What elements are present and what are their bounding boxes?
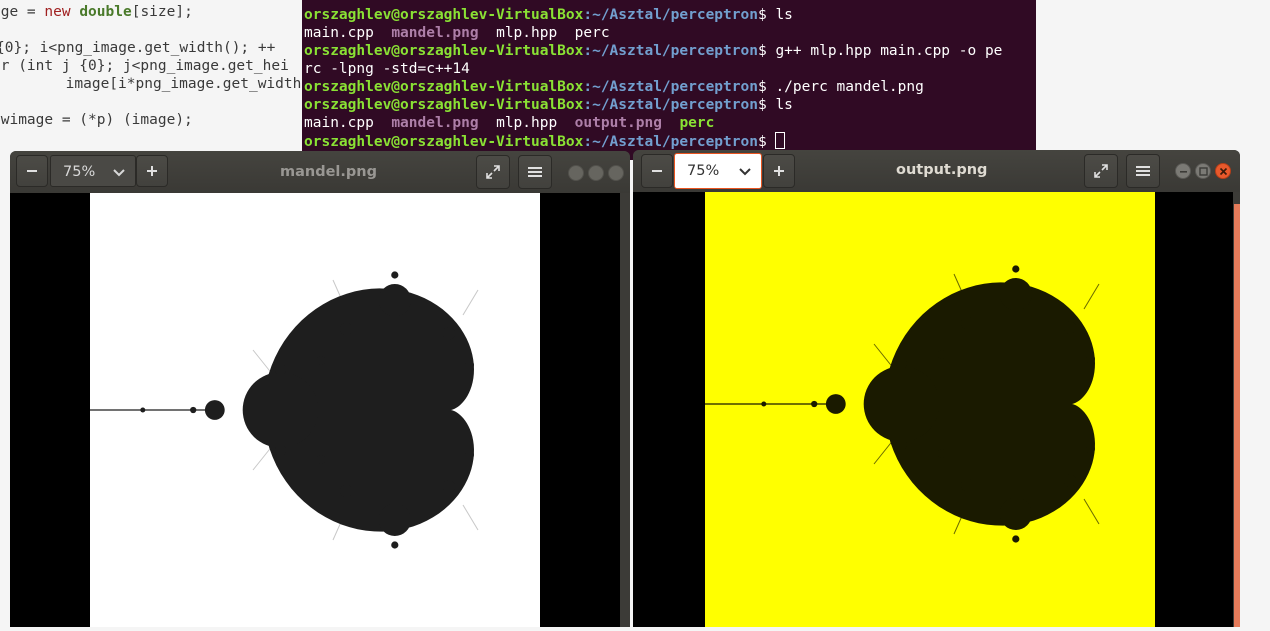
maximize-button[interactable] (588, 165, 604, 181)
file-entry: mandel.png (391, 25, 479, 41)
terminal-prompt-line: orszaghlev@orszaghlev-VirtualBox:~/Aszta… (304, 132, 786, 151)
terminal-ls-output: main.cpp mandel.png mlp.hpp perc (304, 24, 610, 42)
chevron-down-icon (113, 169, 125, 177)
zoom-out-button[interactable] (641, 154, 673, 188)
terminal-window[interactable]: orszaghlev@orszaghlev-VirtualBox:~/Aszta… (302, 0, 1036, 160)
code-line-2: {0}; i<png_image.get_width(); ++ (0, 40, 276, 56)
terminal-prompt-line: orszaghlev@orszaghlev-VirtualBox:~/Aszta… (304, 7, 793, 23)
plus-icon (147, 166, 157, 176)
minus-icon (27, 170, 37, 172)
terminal-prompt-line: orszaghlev@orszaghlev-VirtualBox:~/Aszta… (304, 43, 1003, 59)
image-viewer-mandel: 75% mandel.png (10, 151, 630, 627)
mandelbrot-image (90, 193, 540, 627)
file-entry: mlp.hpp (496, 25, 558, 41)
fullscreen-icon (1094, 164, 1108, 178)
zoom-out-button[interactable] (16, 155, 48, 187)
zoom-select[interactable]: 75% (50, 155, 136, 187)
hamburger-menu-icon (528, 167, 542, 177)
zoom-in-button[interactable] (763, 154, 795, 188)
file-entry: perc (574, 25, 610, 41)
terminal-ls-output: main.cpp mandel.png mlp.hpp output.png p… (304, 114, 714, 132)
file-entry: mlp.hpp (496, 115, 558, 131)
terminal-output-line: rc -lpng -std=c++14 (304, 61, 470, 77)
scrollbar[interactable] (1234, 204, 1240, 627)
zoom-value: 75% (63, 164, 96, 180)
mandelbrot-output-image (705, 192, 1155, 627)
terminal-prompt-line: orszaghlev@orszaghlev-VirtualBox:~/Aszta… (304, 97, 793, 113)
code-line-1: age = new double[size]; (0, 4, 193, 20)
file-entry: perc (679, 115, 715, 131)
image-viewer-output: 75% output.png (633, 150, 1240, 627)
viewer-header: 75% mandel.png (10, 151, 630, 193)
image-canvas (10, 193, 620, 627)
close-button[interactable] (1215, 163, 1231, 179)
zoom-select[interactable]: 75% (674, 153, 762, 189)
chevron-down-icon (739, 168, 751, 176)
hamburger-menu-icon (1136, 166, 1150, 176)
fullscreen-icon (486, 165, 500, 179)
plus-icon (774, 166, 784, 176)
file-entry: main.cpp (304, 115, 374, 131)
code-line-3: or (int j {0}; j<png_image.get_hei (0, 58, 289, 74)
minimize-button[interactable] (1175, 163, 1191, 179)
minimize-button[interactable] (568, 165, 584, 181)
code-line-4: image[i*png_image.get_width (22, 76, 302, 92)
zoom-value[interactable]: 75% (687, 163, 719, 179)
terminal-cursor (775, 132, 786, 149)
fullscreen-button[interactable] (1084, 154, 1118, 188)
window-title: mandel.png (280, 164, 377, 180)
menu-button[interactable] (1126, 154, 1160, 188)
minus-icon (652, 170, 662, 172)
fullscreen-button[interactable] (476, 155, 510, 189)
close-icon (1219, 167, 1228, 176)
image-canvas (633, 192, 1233, 627)
window-title: output.png (896, 162, 988, 178)
close-button[interactable] (608, 165, 624, 181)
viewer-header: 75% output.png (633, 150, 1240, 192)
zoom-in-button[interactable] (136, 155, 168, 187)
file-entry: main.cpp (304, 25, 374, 41)
terminal-prompt-line: orszaghlev@orszaghlev-VirtualBox:~/Aszta… (304, 79, 924, 95)
code-line-5: ewimage = (*p) (image); (0, 112, 193, 128)
menu-button[interactable] (518, 155, 552, 189)
file-entry: mandel.png (391, 115, 479, 131)
maximize-button[interactable] (1195, 163, 1211, 179)
file-entry: output.png (574, 115, 662, 131)
